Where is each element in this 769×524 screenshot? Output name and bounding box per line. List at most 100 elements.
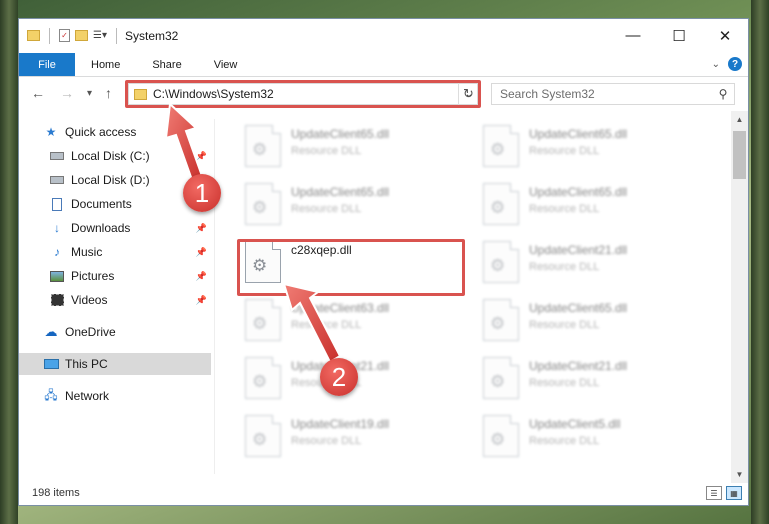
window-controls: — ☐ ✕ (610, 19, 748, 52)
ribbon-tabs: File Home Share View ⌄ ? (19, 53, 748, 77)
file-name: UpdateClient21.dll (529, 243, 628, 257)
file-name: UpdateClient19.dll (291, 417, 390, 431)
search-icon[interactable]: ⚲ (712, 87, 734, 101)
callout-2: 2 (320, 358, 358, 396)
ribbon-right: ⌄ ? (712, 57, 742, 71)
sidebar-item-label: Music (71, 245, 103, 259)
file-list: ⚙ UpdateClient65.dll Resource DLL ⚙ Updat… (219, 119, 734, 474)
sidebar-item-label: Documents (71, 197, 132, 211)
file-item[interactable]: ⚙ UpdateClient65.dll Resource DLL (477, 123, 707, 175)
tab-home[interactable]: Home (75, 53, 136, 76)
videos-icon (49, 293, 65, 307)
toolbar-separator (115, 27, 117, 44)
up-button[interactable]: ↑ (105, 85, 112, 101)
item-count: 198 items (32, 487, 80, 499)
title-bar: ✓ ☰▾ System32 — ☐ ✕ (19, 19, 748, 52)
sidebar-item-label: This PC (65, 357, 108, 371)
tab-file[interactable]: File (19, 53, 75, 76)
pin-icon: 📌 (195, 222, 207, 233)
scroll-thumb[interactable] (733, 131, 746, 179)
file-item[interactable]: ⚙ UpdateClient5.dll Resource DLL (477, 413, 707, 465)
window-title: System32 (124, 28, 179, 43)
new-folder-icon[interactable] (75, 30, 88, 41)
file-item[interactable]: ⚙ UpdateClient19.dll Resource DLL (239, 413, 469, 465)
gear-icon: ⚙ (490, 314, 506, 333)
dll-file-icon: ⚙ (245, 415, 281, 457)
file-name: UpdateClient65.dll (291, 185, 390, 199)
background-left (0, 0, 18, 524)
gear-icon: ⚙ (490, 140, 506, 159)
sidebar-item-videos[interactable]: Videos 📌 (19, 289, 211, 311)
sidebar-item-local-disk-c[interactable]: Local Disk (C:) 📌 (19, 145, 211, 167)
file-type: Resource DLL (291, 435, 362, 447)
file-item[interactable]: ⚙ UpdateClient21.dll Resource DLL (477, 239, 707, 291)
downloads-icon: ↓ (54, 221, 60, 235)
dll-file-icon: ⚙ (483, 241, 519, 283)
properties-icon[interactable]: ✓ (59, 29, 70, 42)
gear-icon: ⚙ (252, 430, 268, 449)
customize-toolbar-icon[interactable]: ☰▾ (93, 30, 107, 41)
file-type: Resource DLL (291, 145, 362, 157)
file-name: UpdateClient21.dll (529, 359, 628, 373)
dll-file-icon: ⚙ (245, 183, 281, 225)
file-highlight-box (237, 239, 465, 296)
pictures-icon (49, 269, 65, 283)
file-name: UpdateClient65.dll (529, 127, 628, 141)
dll-file-icon: ⚙ (245, 299, 281, 341)
forward-button[interactable]: → (60, 85, 74, 101)
sidebar-item-onedrive[interactable]: ☁ OneDrive (19, 321, 211, 343)
sidebar-item-downloads[interactable]: ↓ Downloads 📌 (19, 217, 211, 239)
sidebar-item-documents[interactable]: Documents 📌 (19, 193, 211, 215)
sidebar-item-quick-access[interactable]: ★ Quick access (19, 121, 211, 143)
file-item[interactable]: ⚙ UpdateClient65.dll Resource DLL (477, 181, 707, 233)
search-box[interactable]: Search System32 ⚲ (491, 83, 735, 105)
drive-icon (49, 173, 65, 187)
dll-file-icon: ⚙ (483, 415, 519, 457)
pin-icon: 📌 (195, 150, 207, 161)
expand-ribbon-icon[interactable]: ⌄ (712, 59, 720, 70)
back-button[interactable]: ← (31, 85, 45, 101)
file-type: Resource DLL (529, 435, 600, 447)
sidebar-item-label: Videos (71, 293, 108, 307)
dll-file-icon: ⚙ (483, 125, 519, 167)
onedrive-icon: ☁ (44, 324, 58, 339)
gear-icon: ⚙ (490, 256, 506, 275)
quick-access-toolbar: ✓ ☰▾ (19, 27, 121, 44)
file-item[interactable]: ⚙ UpdateClient21.dll Resource DLL (477, 355, 707, 407)
sidebar-item-local-disk-d[interactable]: Local Disk (D:) (19, 169, 211, 191)
sidebar-item-label: Network (65, 389, 110, 403)
sidebar-item-this-pc[interactable]: This PC (19, 353, 211, 375)
file-item[interactable]: ⚙ UpdateClient65.dll Resource DLL (477, 297, 707, 349)
address-highlight-box (125, 80, 481, 108)
gear-icon: ⚙ (252, 314, 268, 333)
gear-icon: ⚙ (490, 430, 506, 449)
file-type: Resource DLL (529, 145, 600, 157)
tab-share[interactable]: Share (136, 53, 197, 76)
dll-file-icon: ⚙ (483, 299, 519, 341)
large-icons-view-icon[interactable]: ▦ (726, 486, 742, 500)
sidebar-item-label: Pictures (71, 269, 115, 283)
sidebar-item-network[interactable]: 🖧 Network (19, 385, 211, 407)
tab-view[interactable]: View (198, 53, 254, 76)
dll-file-icon: ⚙ (245, 125, 281, 167)
file-name: UpdateClient5.dll (529, 417, 621, 431)
minimize-button[interactable]: — (610, 19, 656, 52)
file-type: Resource DLL (291, 203, 362, 215)
file-item[interactable]: ⚙ UpdateClient65.dll Resource DLL (239, 181, 469, 233)
sidebar-item-pictures[interactable]: Pictures 📌 (19, 265, 211, 287)
sidebar-item-music[interactable]: ♪ Music 📌 (19, 241, 211, 263)
search-input[interactable]: Search System32 (500, 87, 712, 101)
sidebar-item-label: Quick access (65, 125, 137, 139)
file-item[interactable]: ⚙ UpdateClient65.dll Resource DLL (239, 123, 469, 175)
file-name: UpdateClient63.dll (291, 301, 390, 315)
file-name: UpdateClient65.dll (291, 127, 390, 141)
recent-locations-button[interactable]: ▾ (87, 88, 92, 99)
details-view-icon[interactable]: ☰ (706, 486, 722, 500)
sidebar-item-label: OneDrive (65, 325, 116, 339)
scroll-up-icon[interactable]: ▲ (731, 111, 748, 128)
file-item[interactable]: ⚙ UpdateClient63.dll Resource DLL (239, 297, 469, 349)
help-icon[interactable]: ? (728, 57, 742, 71)
vertical-scrollbar[interactable]: ▲ ▼ (731, 111, 748, 483)
maximize-button[interactable]: ☐ (656, 19, 702, 52)
close-button[interactable]: ✕ (702, 19, 748, 52)
